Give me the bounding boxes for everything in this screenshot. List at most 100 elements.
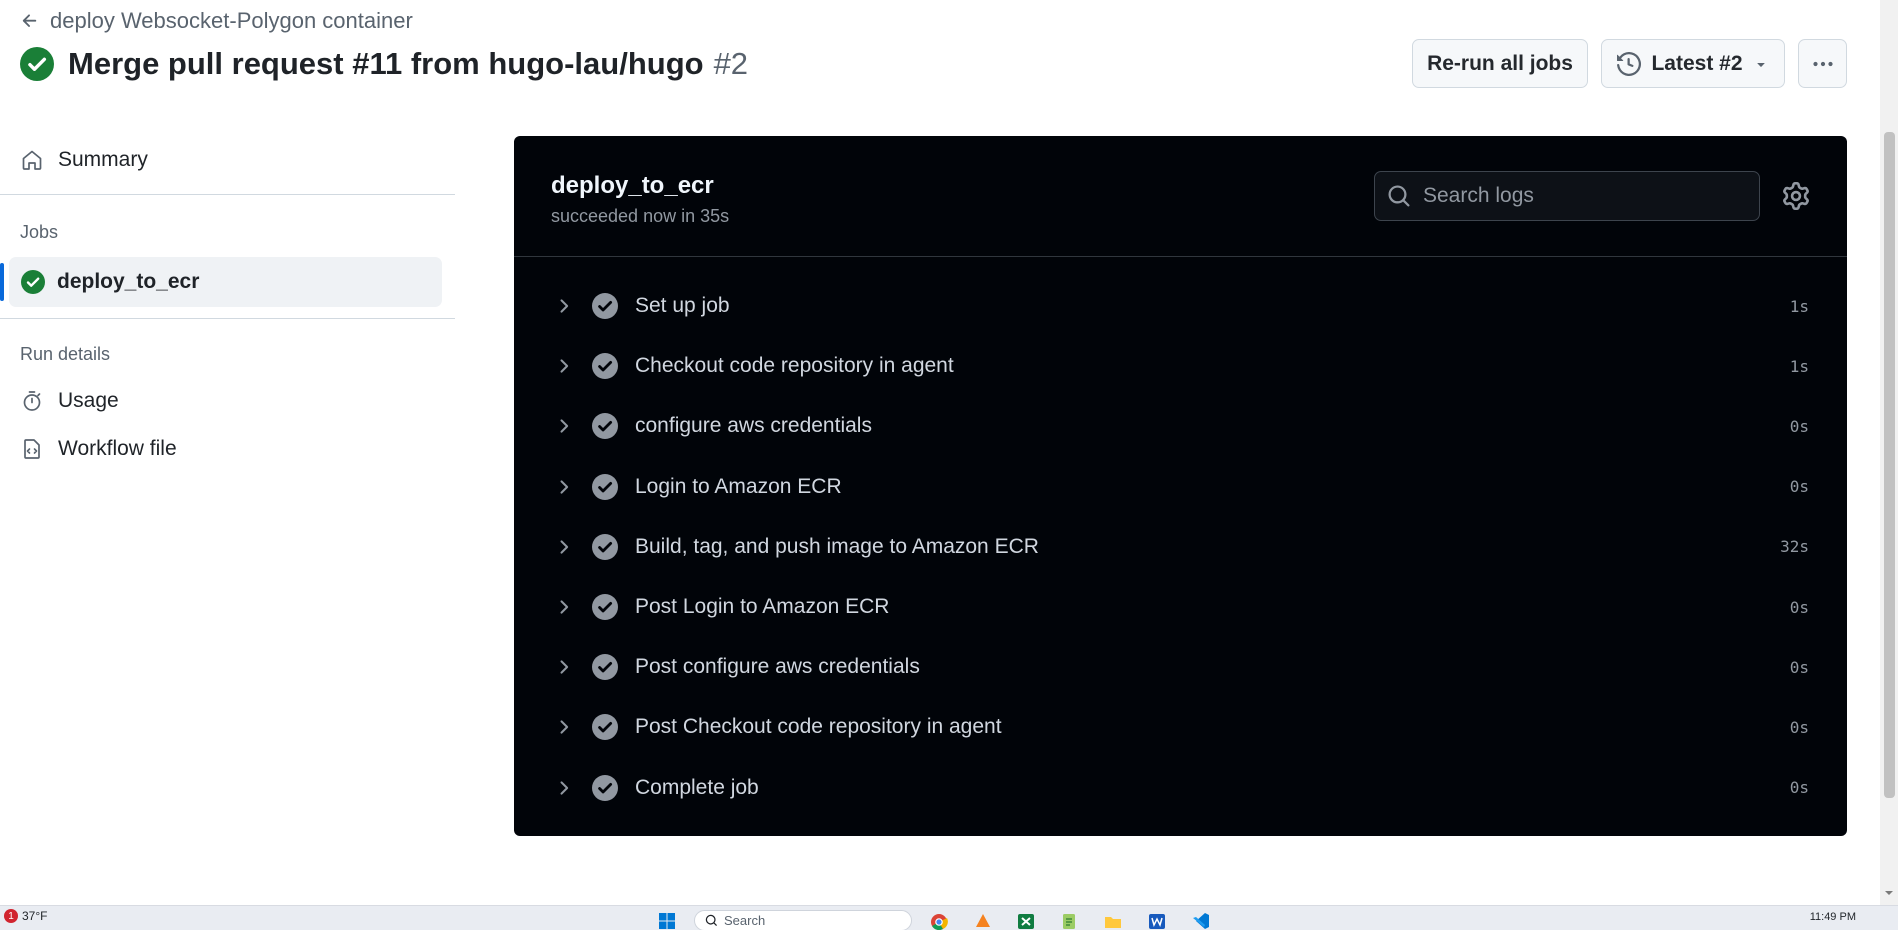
step-name: Checkout code repository in agent bbox=[635, 354, 954, 378]
check-circle-icon bbox=[592, 654, 618, 681]
run-details-heading: Run details bbox=[20, 344, 111, 364]
run-number: #2 bbox=[713, 46, 749, 81]
job-steps-list: Set up job 1s Checkout code repository i… bbox=[514, 276, 1847, 818]
jobs-heading: Jobs bbox=[20, 222, 59, 242]
file-code-icon bbox=[24, 439, 40, 459]
log-step[interactable]: Login to Amazon ECR 0s bbox=[514, 457, 1847, 517]
weather-widget[interactable]: 1 37°F bbox=[4, 909, 47, 923]
check-circle-icon bbox=[592, 473, 618, 500]
stopwatch-icon bbox=[23, 391, 41, 411]
log-step[interactable]: Post Login to Amazon ECR 0s bbox=[514, 577, 1847, 637]
search-icon bbox=[1388, 185, 1410, 207]
taskbar: 1 37°F Search 11:49 PM bbox=[0, 905, 1898, 930]
step-duration: 0s bbox=[1789, 416, 1809, 436]
log-step[interactable]: configure aws credentials 0s bbox=[514, 396, 1847, 456]
job-status-text: succeeded now in 35s bbox=[551, 206, 730, 226]
search-icon bbox=[705, 914, 718, 927]
vscode-icon[interactable] bbox=[1190, 911, 1212, 930]
step-duration: 0s bbox=[1789, 717, 1809, 737]
sidebar-item-summary[interactable]: Summary bbox=[20, 140, 148, 180]
windows-start-icon[interactable] bbox=[656, 911, 678, 930]
chrome-icon[interactable] bbox=[928, 911, 950, 930]
log-step[interactable]: Post configure aws credentials 0s bbox=[514, 637, 1847, 697]
chevron-right-icon bbox=[560, 419, 569, 434]
notepad-icon[interactable] bbox=[1058, 911, 1080, 930]
chevron-right-icon bbox=[560, 480, 569, 494]
step-duration: 0s bbox=[1789, 597, 1809, 617]
page-title-text: Merge pull request #11 from hugo-lau/hug… bbox=[68, 46, 704, 81]
selected-job-indicator bbox=[0, 263, 4, 301]
chevron-right-icon bbox=[560, 780, 569, 795]
step-name: Complete job bbox=[635, 775, 759, 799]
check-circle-icon bbox=[592, 413, 618, 440]
history-icon bbox=[1617, 51, 1642, 76]
check-circle-icon bbox=[592, 714, 618, 741]
rerun-label: Re-run all jobs bbox=[1427, 51, 1573, 75]
app-window: deploy Websocket-Polygon container Merge… bbox=[0, 0, 1898, 930]
caret-down-icon bbox=[1756, 62, 1765, 67]
scrollbar-thumb[interactable] bbox=[1884, 132, 1895, 798]
usage-label: Usage bbox=[58, 389, 119, 412]
page-title: Merge pull request #11 from hugo-lau/hug… bbox=[68, 46, 748, 82]
folder-icon[interactable] bbox=[1102, 911, 1124, 930]
step-name: Post Checkout code repository in agent bbox=[635, 715, 1002, 739]
step-duration: 0s bbox=[1789, 477, 1809, 497]
latest-label: Latest #2 bbox=[1651, 51, 1743, 75]
job-title: deploy_to_ecr bbox=[551, 172, 714, 199]
notification-badge: 1 bbox=[4, 909, 18, 923]
log-step[interactable]: Complete job 0s bbox=[514, 758, 1847, 818]
sidebar-item-workflow-file[interactable]: Workflow file bbox=[20, 429, 177, 469]
clock-time: 11:49 PM bbox=[1809, 911, 1856, 923]
sidebar-divider bbox=[0, 318, 455, 319]
chevron-right-icon bbox=[560, 299, 569, 313]
back-link-label: deploy Websocket-Polygon container bbox=[50, 8, 413, 33]
kebab-horizontal-icon bbox=[1812, 61, 1833, 66]
workflow-file-label: Workflow file bbox=[58, 437, 177, 460]
step-duration: 0s bbox=[1789, 657, 1809, 677]
page-title-row: Merge pull request #11 from hugo-lau/hug… bbox=[20, 44, 748, 84]
taskbar-search[interactable]: Search bbox=[694, 910, 912, 930]
step-name: Build, tag, and push image to Amazon ECR bbox=[635, 534, 1039, 558]
step-duration: 32s bbox=[1780, 537, 1809, 557]
step-name: Login to Amazon ECR bbox=[635, 474, 842, 498]
excel-icon[interactable] bbox=[1015, 911, 1037, 930]
check-circle-fill-icon bbox=[20, 47, 54, 81]
word-icon[interactable] bbox=[1146, 911, 1168, 930]
scroll-down-arrow-icon[interactable] bbox=[1883, 888, 1895, 898]
sidebar-item-deploy-to-ecr[interactable]: deploy_to_ecr bbox=[9, 257, 442, 307]
step-name: Post configure aws credentials bbox=[635, 655, 920, 679]
log-step[interactable]: Build, tag, and push image to Amazon ECR… bbox=[514, 517, 1847, 577]
search-logs-box[interactable] bbox=[1374, 171, 1760, 221]
log-step[interactable]: Post Checkout code repository in agent 0… bbox=[514, 697, 1847, 757]
job-log-panel: deploy_to_ecr succeeded now in 35s Set u… bbox=[514, 136, 1847, 836]
step-name: Post Login to Amazon ECR bbox=[635, 595, 890, 619]
check-circle-fill-icon bbox=[21, 270, 45, 294]
check-circle-icon bbox=[592, 774, 618, 801]
arrow-left-icon bbox=[22, 14, 37, 27]
check-circle-icon bbox=[592, 594, 618, 621]
chevron-right-icon bbox=[560, 660, 569, 674]
weather-temp: 37°F bbox=[22, 909, 48, 923]
taskbar-search-label: Search bbox=[724, 913, 766, 928]
latest-attempt-dropdown[interactable]: Latest #2 bbox=[1601, 39, 1785, 88]
sidebar-divider bbox=[0, 194, 455, 195]
sidebar-item-usage[interactable]: Usage bbox=[20, 381, 119, 421]
job-log-header: deploy_to_ecr succeeded now in 35s bbox=[514, 136, 1847, 257]
step-name: Set up job bbox=[635, 294, 730, 318]
log-step[interactable]: Checkout code repository in agent 1s bbox=[514, 336, 1847, 396]
more-options-button[interactable] bbox=[1798, 39, 1847, 88]
step-name: configure aws credentials bbox=[635, 414, 872, 438]
step-duration: 1s bbox=[1789, 356, 1809, 376]
gear-icon[interactable] bbox=[1782, 182, 1810, 210]
check-circle-icon bbox=[592, 353, 618, 380]
app-icon[interactable] bbox=[972, 911, 994, 930]
check-circle-icon bbox=[592, 533, 618, 560]
search-logs-input[interactable] bbox=[1423, 184, 1743, 208]
chevron-right-icon bbox=[560, 720, 569, 735]
summary-label: Summary bbox=[58, 148, 148, 171]
chevron-right-icon bbox=[560, 600, 569, 614]
log-step[interactable]: Set up job 1s bbox=[514, 276, 1847, 336]
back-link[interactable]: deploy Websocket-Polygon container bbox=[20, 8, 413, 33]
rerun-all-jobs-button[interactable]: Re-run all jobs bbox=[1412, 39, 1588, 88]
step-duration: 0s bbox=[1789, 778, 1809, 798]
